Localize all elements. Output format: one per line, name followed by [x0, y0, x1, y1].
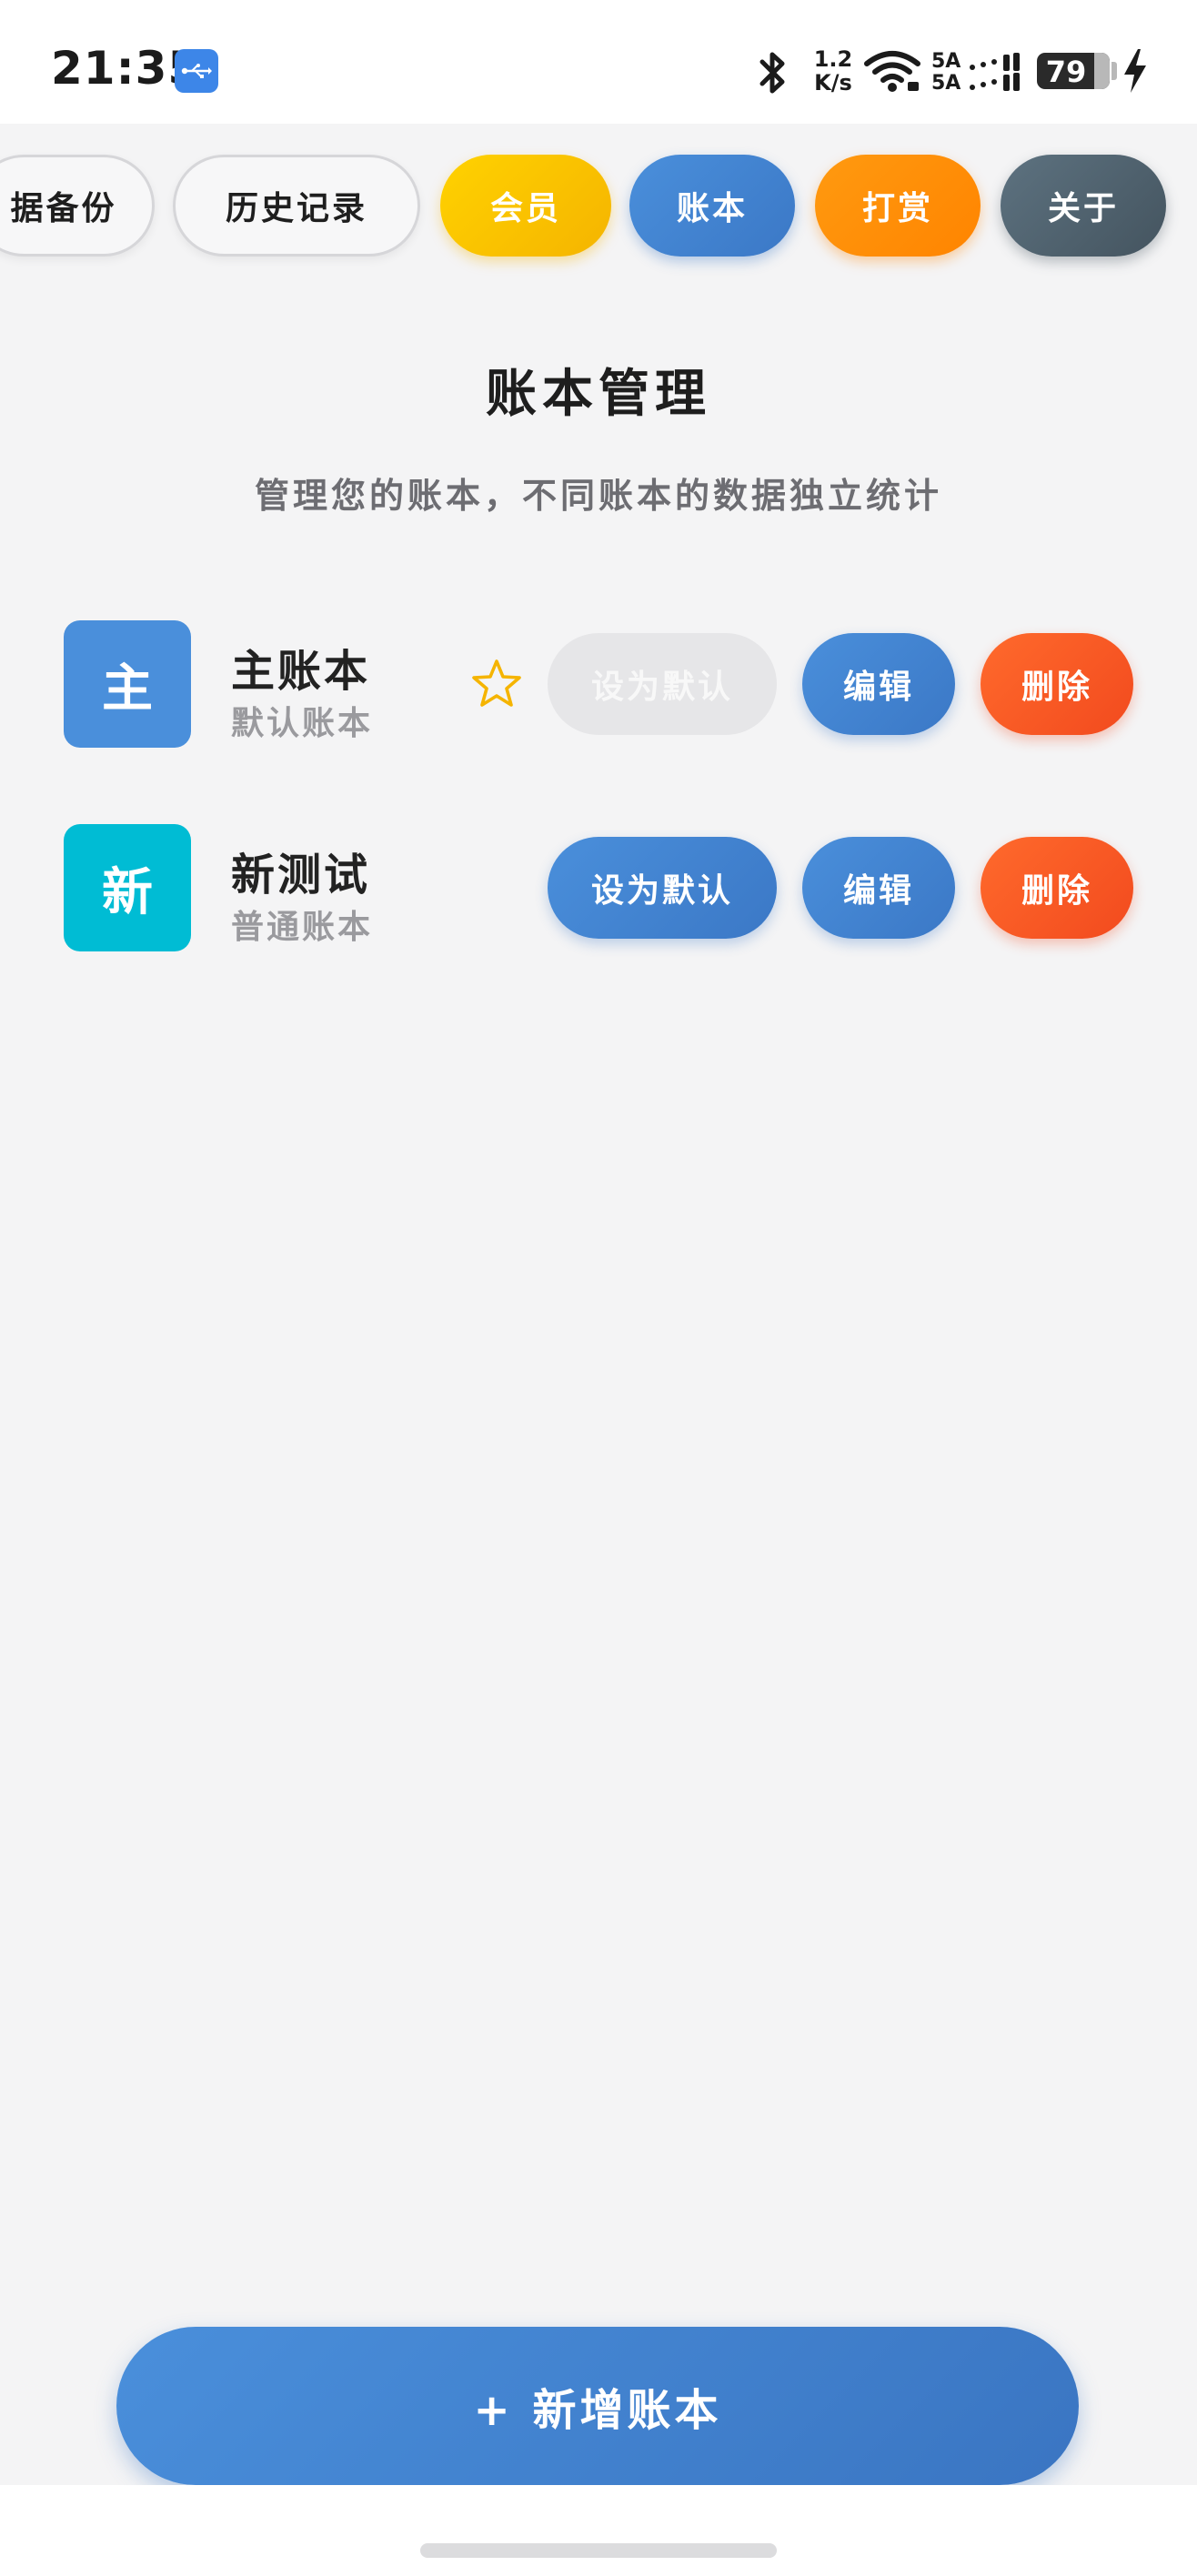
edit-label: 编辑 [842, 669, 914, 706]
top-nav: 据备份 历史记录 会员 账本 打赏 关于 [0, 155, 1197, 260]
add-ledger-button[interactable]: + 新增账本 [116, 2327, 1079, 2485]
battery-cap [1112, 62, 1117, 80]
signal-block: 5A 5A [931, 47, 1022, 98]
delete-label: 删除 [1021, 669, 1092, 706]
set-default-button[interactable]: 设为默认 [548, 633, 777, 735]
nav-chip-label: 历史记录 [225, 190, 367, 227]
home-indicator[interactable] [420, 2543, 777, 2558]
network-speed: 1.2 K/s [806, 47, 860, 98]
set-default-button[interactable]: 设为默认 [548, 837, 777, 939]
set-default-label: 设为默认 [590, 872, 733, 910]
delete-label: 删除 [1021, 872, 1092, 910]
nav-chip-ledger[interactable]: 账本 [629, 155, 795, 257]
ledger-avatar: 主 [64, 620, 191, 748]
ledger-avatar: 新 [64, 824, 191, 951]
ledger-name: 新测试 [231, 850, 371, 901]
ledger-avatar-char: 主 [102, 659, 153, 719]
charging-icon [1124, 49, 1146, 93]
nav-chip-about[interactable]: 关于 [1001, 155, 1166, 257]
battery-icon: 79 [1037, 53, 1110, 89]
ledger-item: 主 主账本 默认账本 设为默认 编辑 删除 [0, 620, 1197, 748]
signal-icon [970, 53, 1020, 91]
edit-label: 编辑 [842, 872, 914, 910]
nav-chip-label: 打赏 [861, 190, 933, 227]
network-speed-unit: K/s [814, 70, 852, 96]
edit-button[interactable]: 编辑 [802, 633, 955, 735]
ledger-type: 普通账本 [231, 909, 374, 946]
ledger-avatar-char: 新 [102, 862, 153, 922]
page-title: 账本管理 [486, 365, 711, 424]
nav-chip-vip[interactable]: 会员 [440, 155, 611, 257]
edit-button[interactable]: 编辑 [802, 837, 955, 939]
ledger-name: 主账本 [231, 646, 371, 697]
sim1-label: 5A [931, 50, 961, 73]
nav-chip-label: 会员 [489, 190, 561, 227]
nav-chip-label: 账本 [676, 190, 748, 227]
status-bar: 21:35 1.2 K/s 5A 5A 79 [0, 0, 1197, 124]
bluetooth-icon [759, 52, 785, 94]
add-ledger-label: + 新增账本 [473, 2385, 722, 2436]
delete-button[interactable]: 删除 [981, 633, 1133, 735]
battery-level: 79 [1045, 55, 1087, 89]
delete-button[interactable]: 删除 [981, 837, 1133, 939]
nav-chip-reward[interactable]: 打赏 [815, 155, 981, 257]
nav-chip-label: 关于 [1047, 190, 1119, 227]
usb-icon [175, 49, 218, 93]
nav-chip-history[interactable]: 历史记录 [173, 155, 420, 257]
sim2-label: 5A [931, 72, 961, 95]
set-default-label: 设为默认 [590, 669, 733, 706]
default-star-icon [472, 659, 521, 707]
nav-chip-backup[interactable]: 据备份 [0, 155, 155, 257]
wifi-icon [864, 51, 920, 92]
network-speed-value: 1.2 [813, 46, 853, 72]
ledger-type: 默认账本 [231, 705, 374, 742]
page-subtitle: 管理您的账本，不同账本的数据独立统计 [254, 476, 942, 516]
ledger-item: 新 新测试 普通账本 设为默认 编辑 删除 [0, 824, 1197, 951]
system-nav-bar [0, 2485, 1197, 2576]
nav-chip-label: 据备份 [10, 190, 117, 227]
